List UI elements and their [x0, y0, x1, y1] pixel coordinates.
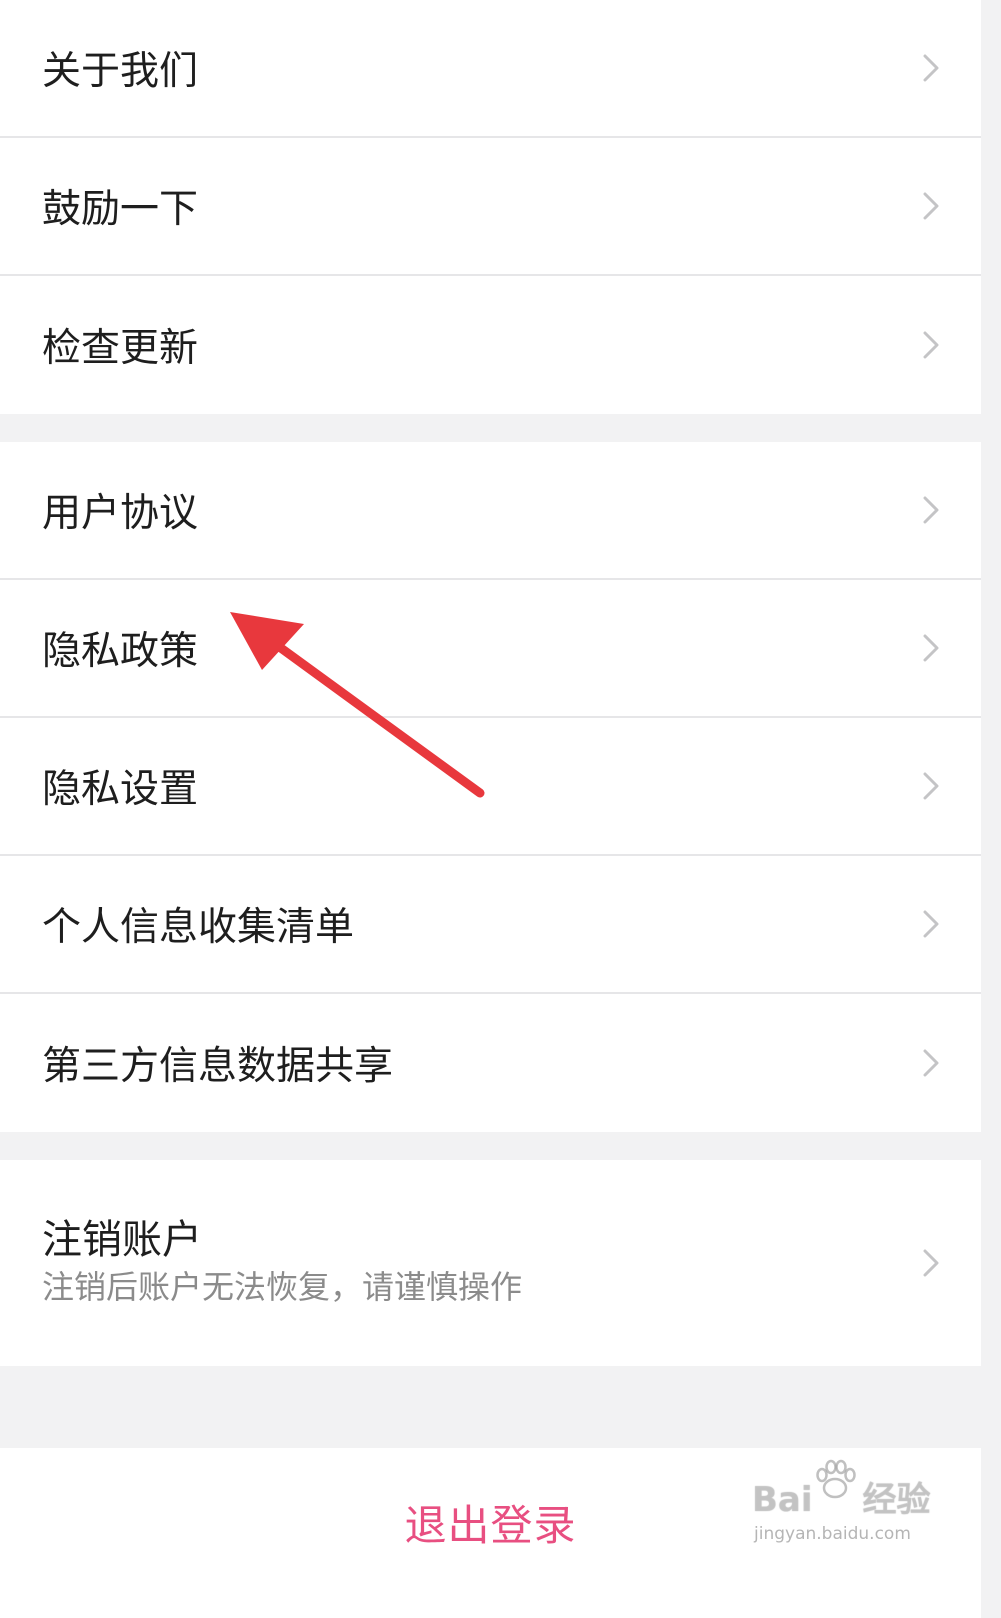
- chevron-right-icon: [923, 634, 939, 662]
- menu-item-label: 个人信息收集清单: [42, 905, 355, 950]
- delete-account-text: 注销账户 注销后账户无法恢复，请谨慎操作: [42, 1216, 522, 1308]
- menu-item-label: 检查更新: [42, 326, 199, 371]
- chevron-right-icon: [923, 1049, 939, 1077]
- menu-item-privacy-settings[interactable]: 隐私设置: [0, 718, 981, 856]
- menu-item-about-us[interactable]: 关于我们: [0, 0, 981, 138]
- chevron-right-icon: [923, 772, 939, 800]
- chevron-right-icon: [923, 54, 939, 82]
- chevron-right-icon: [923, 1249, 939, 1277]
- settings-group-privacy: 用户协议 隐私政策 隐私设置 个人信息收集清单 第三方信息数据共享: [0, 442, 981, 1132]
- settings-group-account: 注销账户 注销后账户无法恢复，请谨慎操作: [0, 1160, 981, 1366]
- menu-item-delete-account[interactable]: 注销账户 注销后账户无法恢复，请谨慎操作: [0, 1160, 981, 1366]
- menu-item-third-party-sharing[interactable]: 第三方信息数据共享: [0, 994, 981, 1132]
- menu-item-privacy-policy[interactable]: 隐私政策: [0, 580, 981, 718]
- menu-item-label: 注销账户: [42, 1217, 202, 1263]
- chevron-right-icon: [923, 496, 939, 524]
- menu-item-label: 第三方信息数据共享: [42, 1044, 394, 1089]
- menu-item-label: 隐私政策: [42, 629, 199, 674]
- chevron-right-icon: [923, 910, 939, 938]
- logout-button[interactable]: 退出登录: [0, 1492, 981, 1553]
- menu-item-label: 隐私设置: [42, 767, 199, 812]
- menu-item-personal-info-list[interactable]: 个人信息收集清单: [0, 856, 981, 994]
- section-divider: [0, 414, 1001, 442]
- menu-item-user-agreement[interactable]: 用户协议: [0, 442, 981, 580]
- menu-item-subtitle: 注销后账户无法恢复，请谨慎操作: [42, 1268, 523, 1306]
- chevron-right-icon: [923, 192, 939, 220]
- menu-item-encourage[interactable]: 鼓励一下: [0, 138, 981, 276]
- menu-item-label: 鼓励一下: [42, 187, 199, 232]
- section-divider: [0, 1132, 1001, 1160]
- logout-container: 退出登录: [0, 1448, 981, 1618]
- chevron-right-icon: [923, 331, 939, 359]
- menu-item-check-update[interactable]: 检查更新: [0, 276, 981, 414]
- section-divider: [0, 1366, 1001, 1448]
- settings-group-general: 关于我们 鼓励一下 检查更新: [0, 0, 981, 414]
- menu-item-label: 用户协议: [42, 491, 199, 536]
- menu-item-label: 关于我们: [42, 49, 199, 94]
